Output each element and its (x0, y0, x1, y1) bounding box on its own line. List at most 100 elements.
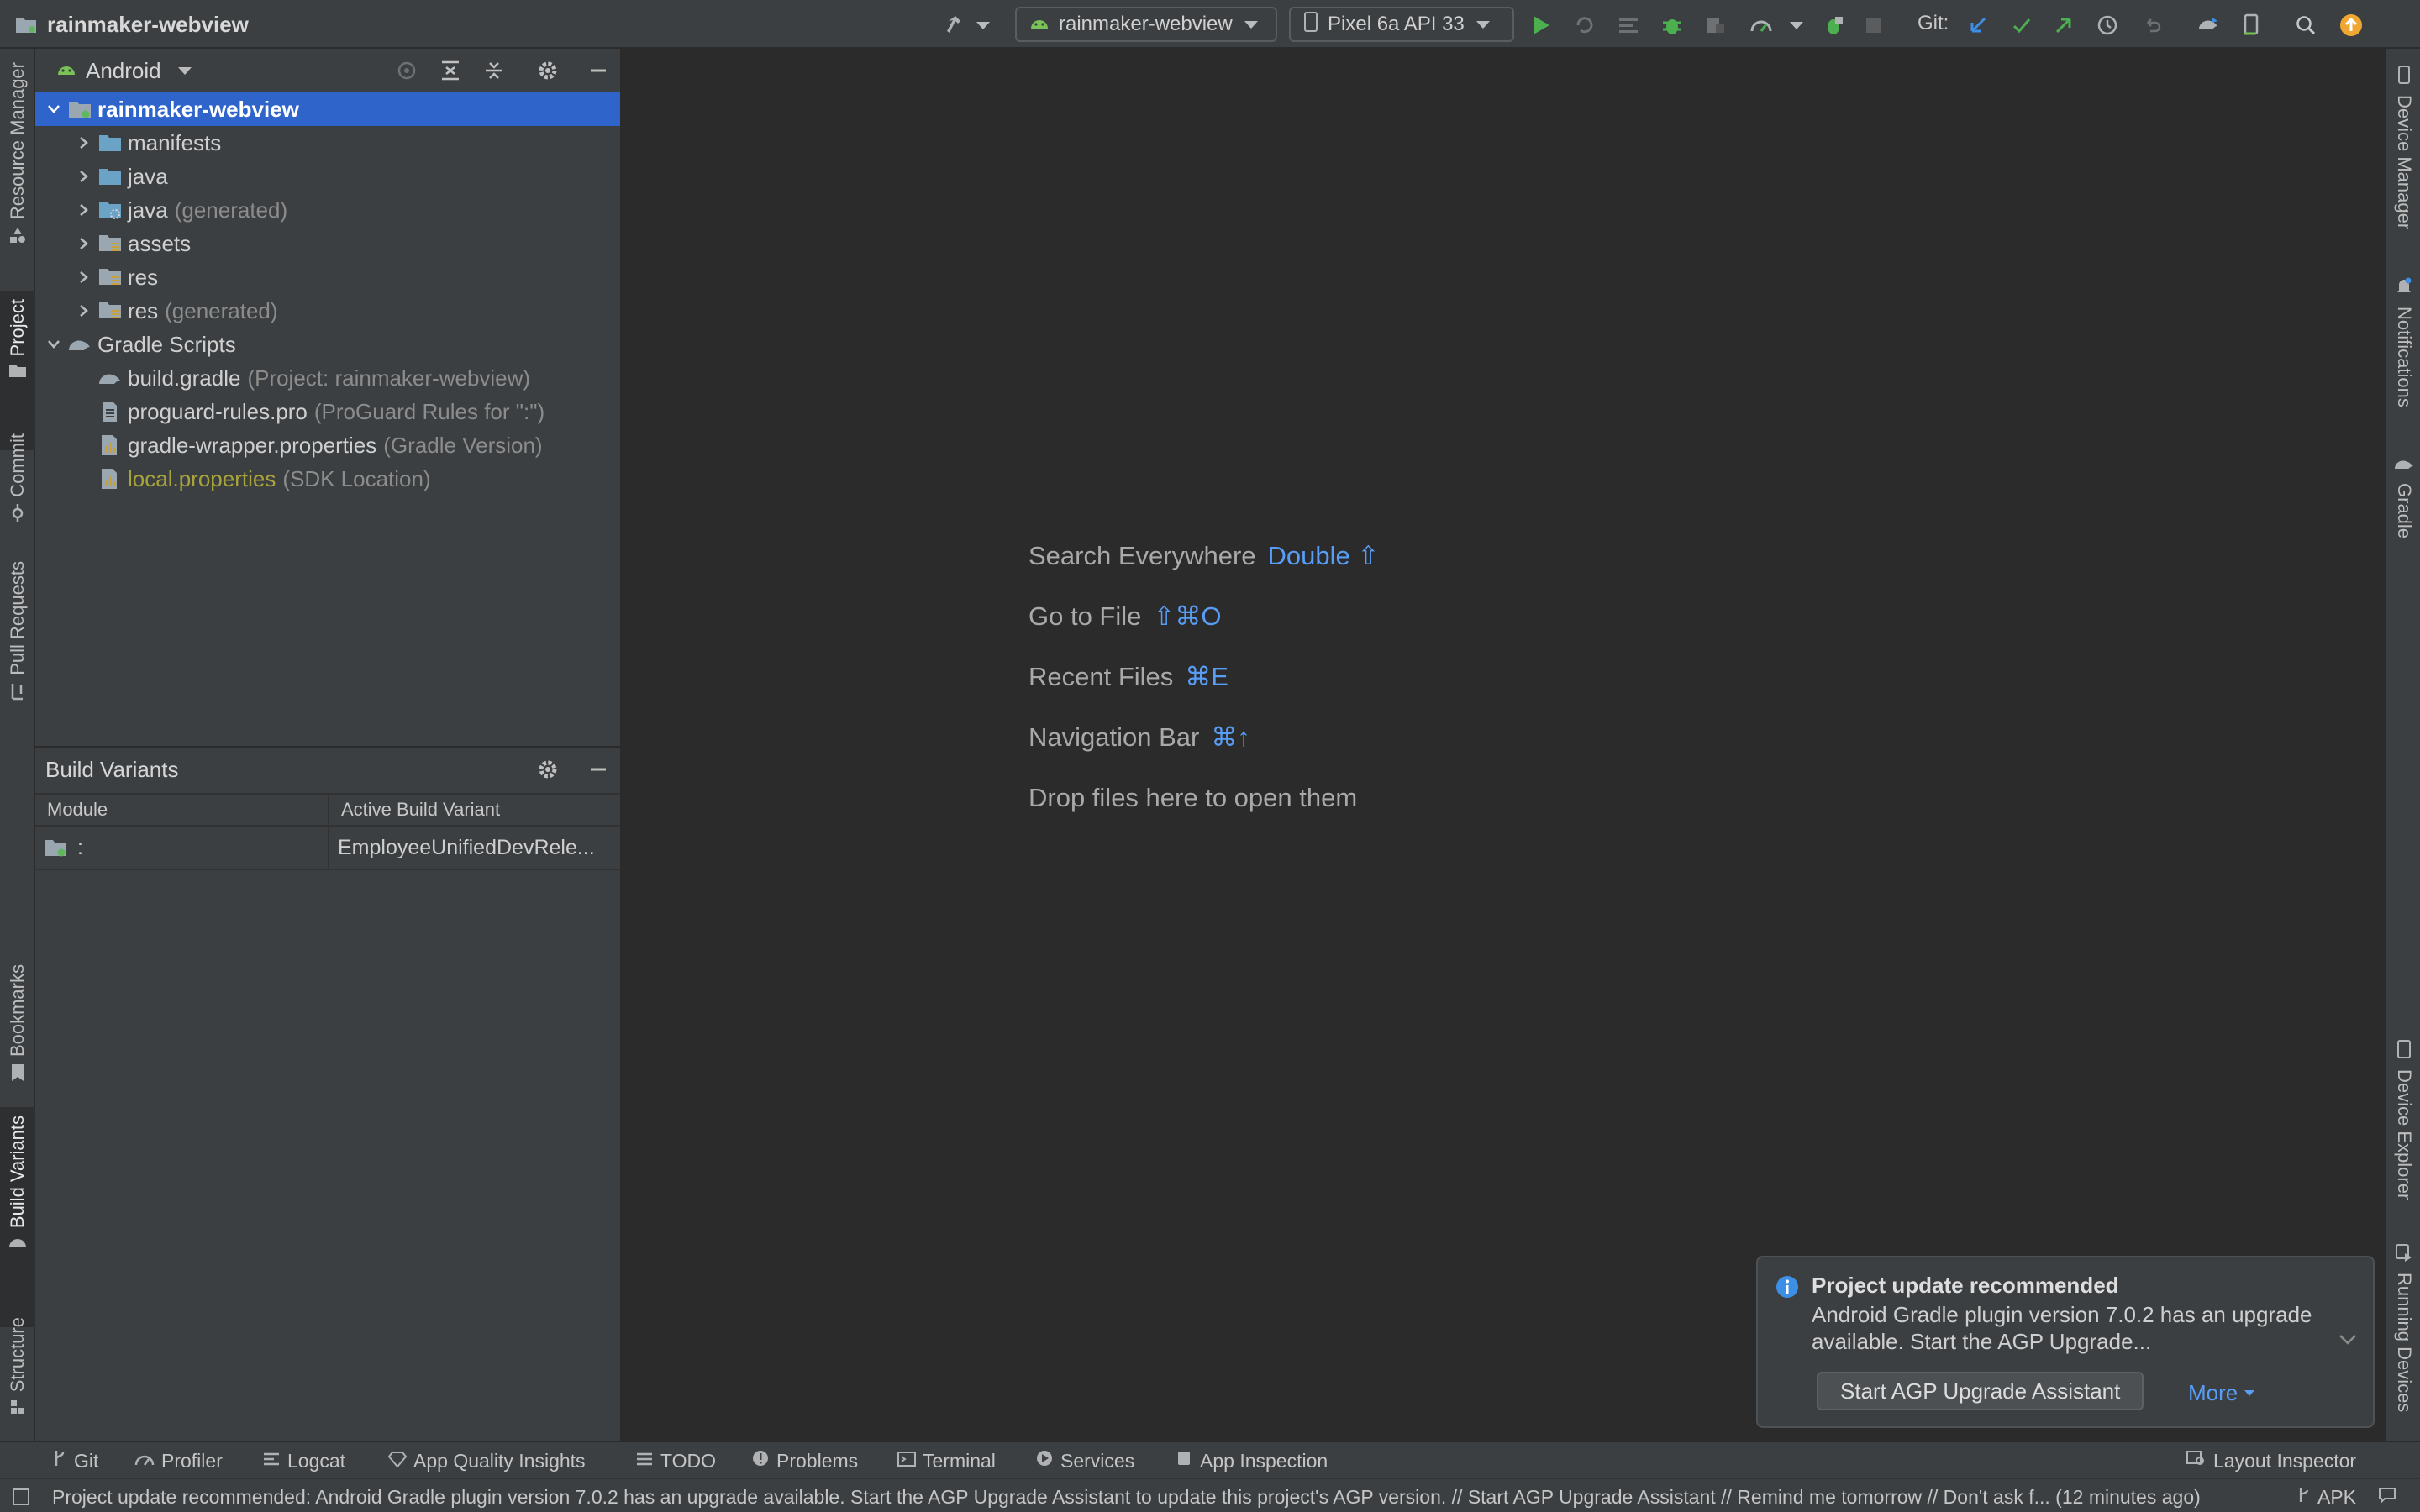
tree-item-label: res (128, 297, 159, 323)
notification-body: Android Gradle plugin version 7.0.2 has … (1812, 1302, 2312, 1354)
tab-logcat[interactable]: Logcat (262, 1447, 345, 1474)
apply-changes-icon[interactable] (1615, 12, 1642, 39)
tab-notifications[interactable]: Notifications (2386, 277, 2420, 407)
tab-pull-requests[interactable]: Pull Requests (0, 553, 35, 705)
tab-problems[interactable]: Problems (751, 1447, 858, 1474)
run-config-selector[interactable]: rainmaker-webview (1015, 7, 1277, 42)
toggle-tool-windows-icon[interactable] (12, 1488, 30, 1510)
tab-structure[interactable]: Structure (0, 1309, 35, 1420)
gradle-sync-icon[interactable] (2195, 12, 2222, 39)
tab-label: Services (1060, 1449, 1135, 1472)
device-selector[interactable]: Pixel 6a API 33 (1289, 7, 1514, 42)
git-push-icon[interactable] (2050, 12, 2077, 39)
history-icon[interactable] (2094, 12, 2121, 39)
tree-item-project-root[interactable]: rainmaker-webview (35, 92, 620, 126)
tree-item-res[interactable]: res (35, 260, 620, 294)
table-header: Module Active Build Variant (35, 793, 620, 827)
update-icon[interactable] (2338, 12, 2365, 39)
event-log-icon[interactable] (2378, 1486, 2396, 1509)
column-header-active-build-variant[interactable]: Active Build Variant (329, 795, 620, 825)
search-icon[interactable] (2292, 12, 2319, 39)
resource-folder-icon (97, 231, 123, 256)
chevron-down-icon[interactable] (177, 66, 192, 75)
git-commit-icon[interactable] (2008, 12, 2035, 39)
tab-device-manager[interactable]: Device Manager (2386, 66, 2420, 229)
tree-item-assets[interactable]: assets (35, 227, 620, 260)
more-actions-link[interactable]: More (2188, 1380, 2255, 1406)
device-manager-icon[interactable] (2238, 12, 2265, 39)
rollback-icon[interactable] (2139, 12, 2166, 39)
chevron-right-icon[interactable] (74, 270, 94, 284)
collapse-all-icon[interactable] (481, 57, 508, 84)
chevron-down-icon[interactable] (968, 12, 995, 39)
rerun-icon[interactable] (1571, 12, 1598, 39)
tab-build-variants[interactable]: Build Variants (0, 1107, 35, 1327)
tab-gradle[interactable]: Gradle (2386, 455, 2420, 538)
tree-item-local-properties[interactable]: local.properties (SDK Location) (35, 462, 620, 496)
tab-bookmarks[interactable]: Bookmarks (0, 958, 35, 1086)
tree-item-manifests[interactable]: manifests (35, 126, 620, 160)
chevron-right-icon[interactable] (74, 203, 94, 217)
tab-todo[interactable]: TODO (635, 1447, 716, 1474)
chevron-down-icon[interactable] (2338, 1333, 2358, 1351)
hint-shortcut: Double ⇧ (1267, 541, 1380, 570)
debug-icon[interactable] (1659, 12, 1686, 39)
chevron-right-icon[interactable] (74, 304, 94, 318)
tree-item-note: (generated) (174, 197, 288, 223)
tab-label: Running Devices (2394, 1273, 2415, 1413)
column-header-module[interactable]: Module (35, 795, 329, 825)
status-message[interactable]: Project update recommended: Android Grad… (52, 1486, 2240, 1509)
attach-debugger-icon[interactable] (1702, 12, 1729, 39)
git-update-icon[interactable] (1965, 12, 1991, 39)
tree-item-gradle-scripts[interactable]: Gradle Scripts (35, 328, 620, 361)
tab-label: Structure (7, 1317, 28, 1393)
tab-app-quality-insights[interactable]: App Quality Insights (387, 1447, 586, 1474)
expand-all-icon[interactable] (437, 57, 464, 84)
minimize-icon[interactable] (585, 756, 612, 783)
chevron-right-icon[interactable] (74, 237, 94, 250)
chevron-right-icon[interactable] (74, 136, 94, 150)
chevron-down-icon[interactable] (44, 104, 64, 114)
tab-terminal[interactable]: Terminal (897, 1447, 996, 1474)
minimize-icon[interactable] (585, 57, 612, 84)
tree-item-build-gradle[interactable]: build.gradle (Project: rainmaker-webview… (35, 361, 620, 395)
build-variants-tool-window: Build Variants Module Active Build Varia… (35, 746, 622, 1441)
tab-git[interactable]: Git (52, 1447, 98, 1474)
tab-commit[interactable]: Commit (0, 425, 35, 527)
gradle-icon (2393, 455, 2415, 476)
tree-item-java[interactable]: java (35, 160, 620, 193)
tab-app-inspection[interactable]: App Inspection (1175, 1447, 1328, 1474)
editor-empty-area[interactable]: Search Everywhere Double ⇧ Go to File ⇧⌘O … (622, 49, 2385, 1441)
chevron-right-icon[interactable] (74, 170, 94, 183)
run-icon[interactable] (1528, 12, 1555, 39)
gear-icon[interactable] (534, 756, 561, 783)
tab-profiler[interactable]: Profiler (134, 1447, 223, 1474)
tab-layout-inspector[interactable]: Layout Inspector (2186, 1447, 2356, 1474)
hint-recent-files: Recent Files ⌘E (1028, 662, 1228, 692)
project-title[interactable]: rainmaker-webview (13, 0, 249, 49)
tree-item-proguard-rules[interactable]: proguard-rules.pro (ProGuard Rules for "… (35, 395, 620, 428)
project-view-mode[interactable]: Android (86, 58, 161, 84)
table-row[interactable]: : EmployeeUnifiedDevRele... (35, 827, 620, 870)
chevron-down-icon[interactable] (44, 339, 64, 349)
status-apk[interactable]: APK (2297, 1486, 2396, 1509)
hint-label: Navigation Bar (1028, 722, 1200, 752)
tree-item-gradle-wrapper-properties[interactable]: gradle-wrapper.properties (Gradle Versio… (35, 428, 620, 462)
tree-item-label: assets (128, 230, 192, 256)
stop-icon[interactable] (1860, 12, 1887, 39)
active-build-variant-cell[interactable]: EmployeeUnifiedDevRele... (329, 827, 620, 869)
locate-file-icon[interactable] (393, 57, 420, 84)
tree-item-res-generated[interactable]: res (generated) (35, 294, 620, 328)
layout-inspector-icon (2186, 1449, 2207, 1473)
chevron-down-icon[interactable] (1781, 12, 1808, 39)
gear-icon[interactable] (534, 57, 561, 84)
hint-label: Recent Files (1028, 662, 1174, 691)
profile-icon[interactable] (1748, 12, 1775, 39)
tab-services[interactable]: Services (1035, 1447, 1134, 1474)
tab-running-devices[interactable]: Running Devices (2386, 1243, 2420, 1412)
tree-item-java-generated[interactable]: java (generated) (35, 193, 620, 227)
tab-resource-manager[interactable]: Resource Manager (0, 62, 35, 249)
start-agp-upgrade-assistant-button[interactable]: Start AGP Upgrade Assistant (1817, 1372, 2144, 1410)
attach-profiler-icon[interactable] (1820, 12, 1847, 39)
tab-device-explorer[interactable]: Device Explorer (2386, 1040, 2420, 1200)
